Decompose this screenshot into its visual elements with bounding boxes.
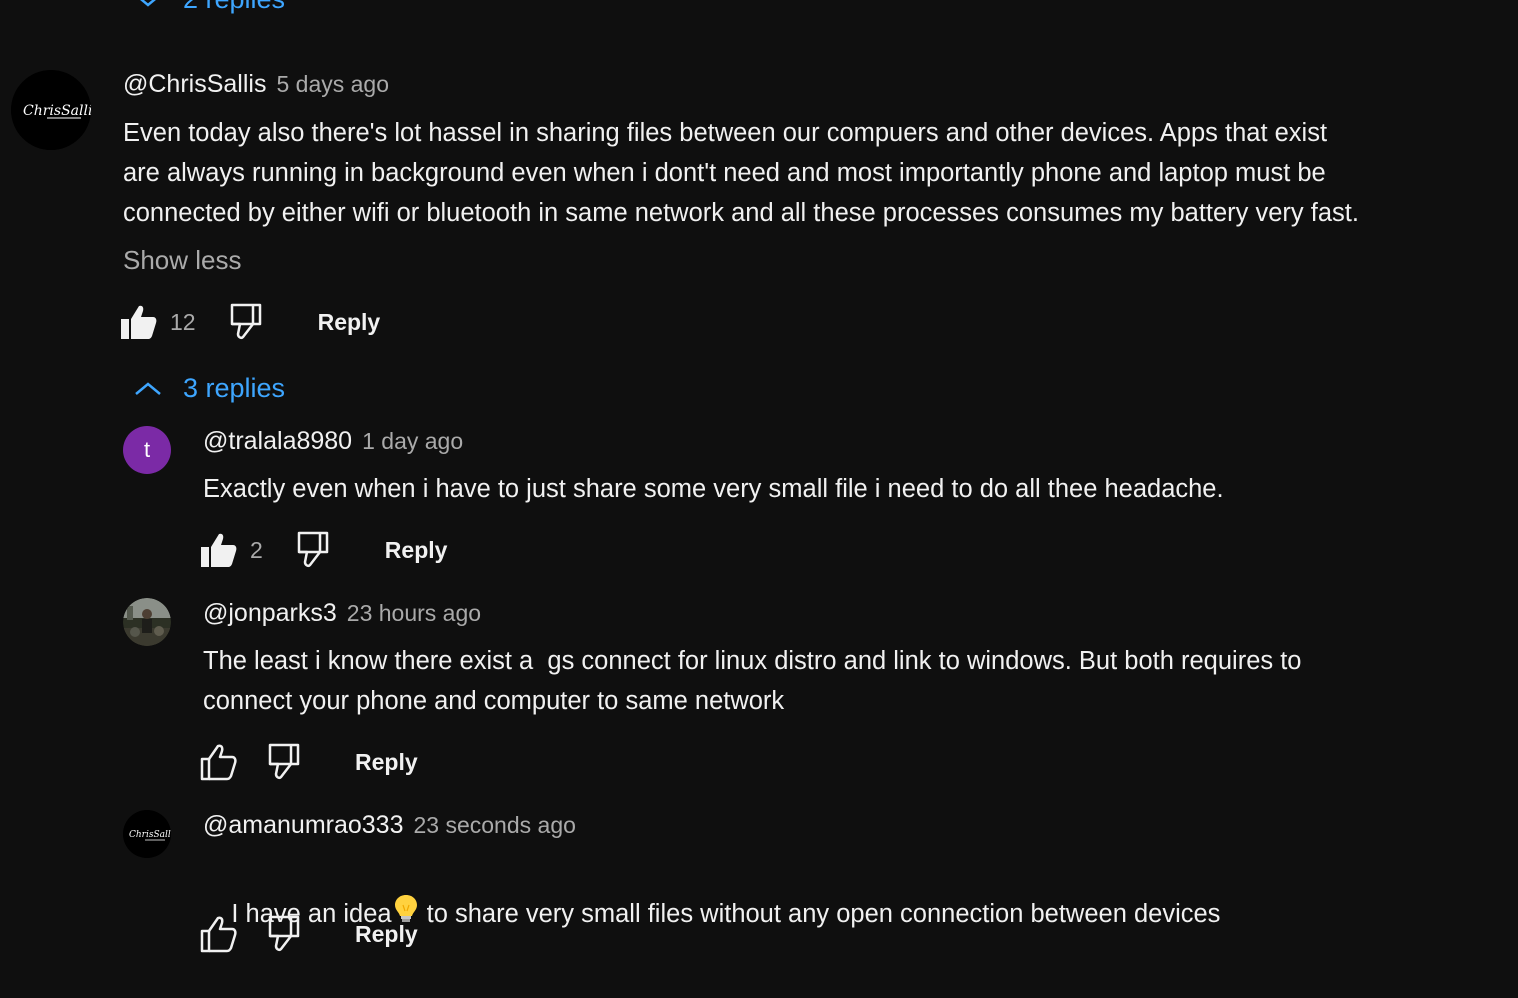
like-count: 2 [250,536,263,563]
thumb-up-icon[interactable] [198,530,238,570]
reply-header: @tralala8980 1 day ago [203,427,463,456]
chevron-up-icon [135,381,161,395]
reply-author[interactable]: @tralala8980 [203,427,352,456]
reply-author[interactable]: @jonparks3 [203,599,337,628]
like-count: 12 [170,308,196,335]
reply-text-end: to share very small files without any op… [419,900,1221,928]
reply-button[interactable]: Reply [318,309,381,336]
reply-actions: Reply [198,910,418,958]
comment-line: connected by either wifi or bluetooth in… [123,199,1359,227]
reply-actions: Reply [198,738,418,786]
thumb-up-icon[interactable] [198,914,238,954]
reply-author[interactable]: @amanumrao333 [203,811,404,840]
chrissallis-logo: ChrisSallis [123,810,171,858]
avatar[interactable] [123,598,171,646]
reply-button[interactable]: Reply [355,749,418,776]
comment-text: Even today also there's lot hassel in sh… [123,113,1503,233]
comment-line: Even today also there's lot hassel in sh… [123,119,1328,147]
comment-author[interactable]: @ChrisSallis [123,70,266,99]
thumb-down-icon[interactable] [291,530,331,570]
reply-actions: 2 Reply [198,526,447,574]
avatar-letter: t [143,437,151,462]
reply-button[interactable]: Reply [385,537,448,564]
avatar[interactable]: t [123,426,171,474]
replies-toggle[interactable]: 3 replies [133,373,285,404]
reply-time[interactable]: 23 seconds ago [414,812,576,839]
avatar-photo [123,598,171,646]
replies-toggle-label: 3 replies [183,373,286,403]
reply-header: @jonparks3 23 hours ago [203,599,481,628]
svg-text:ChrisSallis: ChrisSallis [23,103,91,119]
reply-button[interactable]: Reply [355,921,418,948]
show-less-button[interactable]: Show less [123,245,242,276]
comment-line: are always running in background even wh… [123,159,1326,187]
comment-time[interactable]: 5 days ago [276,71,389,98]
top-replies-toggle[interactable]: 2 replies [133,0,285,15]
reply-line: The least i know there exist a gs connec… [203,647,1302,675]
avatar[interactable]: ChrisSallis [11,70,91,150]
reply-line: connect your phone and computer to same … [203,687,785,715]
thumb-down-icon[interactable] [224,302,264,342]
reply-text: Exactly even when i have to just share s… [203,469,1503,509]
svg-text:ChrisSallis: ChrisSallis [129,830,171,840]
chrissallis-logo: ChrisSallis [11,70,91,150]
avatar[interactable]: ChrisSallis [123,810,171,858]
chevron-down-icon [140,0,156,7]
comment-actions: 12 Reply [118,298,380,346]
thumb-up-icon[interactable] [198,742,238,782]
reply-line: Exactly even when i have to just share s… [203,475,1224,503]
reply-text: The least i know there exist a gs connec… [203,641,1503,721]
reply-time[interactable]: 1 day ago [362,428,463,455]
comments-section: 2 replies ChrisSallis @ChrisSallis 5 day… [0,0,1518,998]
thumb-down-icon[interactable] [262,914,302,954]
thumb-down-icon[interactable] [262,742,302,782]
comment-header: @ChrisSallis 5 days ago [123,70,389,99]
reply-header: @amanumrao333 23 seconds ago [203,811,576,840]
thumb-up-icon[interactable] [118,302,158,342]
top-replies-label: 2 replies [183,0,285,15]
reply-time[interactable]: 23 hours ago [347,600,481,627]
